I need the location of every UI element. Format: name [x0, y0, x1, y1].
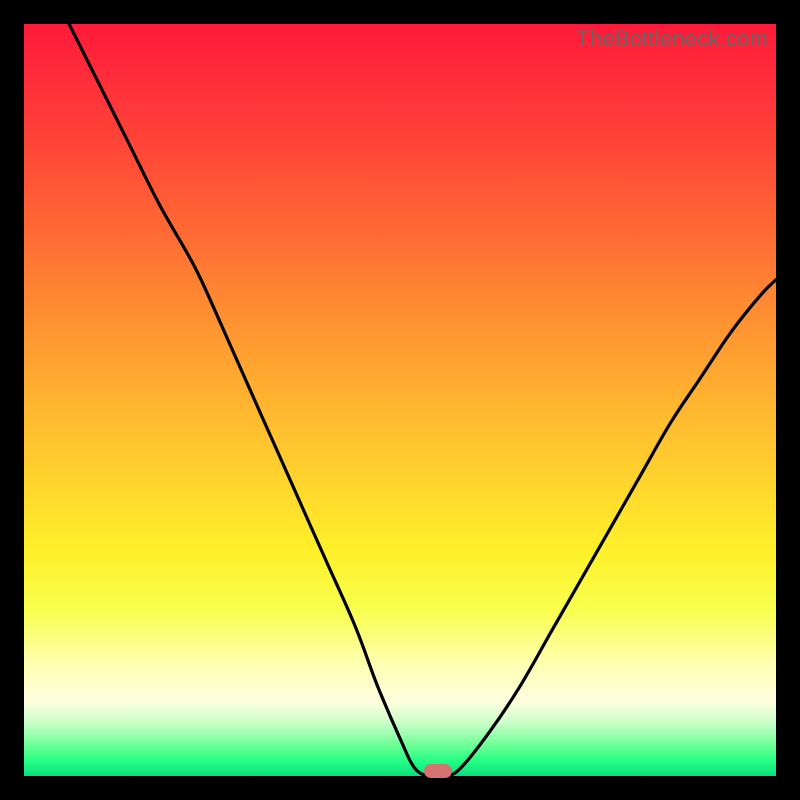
- plot-area: TheBottleneck.com: [24, 24, 776, 776]
- optimum-marker: [424, 764, 452, 778]
- bottleneck-curve: [24, 24, 776, 776]
- chart-frame: TheBottleneck.com: [0, 0, 800, 800]
